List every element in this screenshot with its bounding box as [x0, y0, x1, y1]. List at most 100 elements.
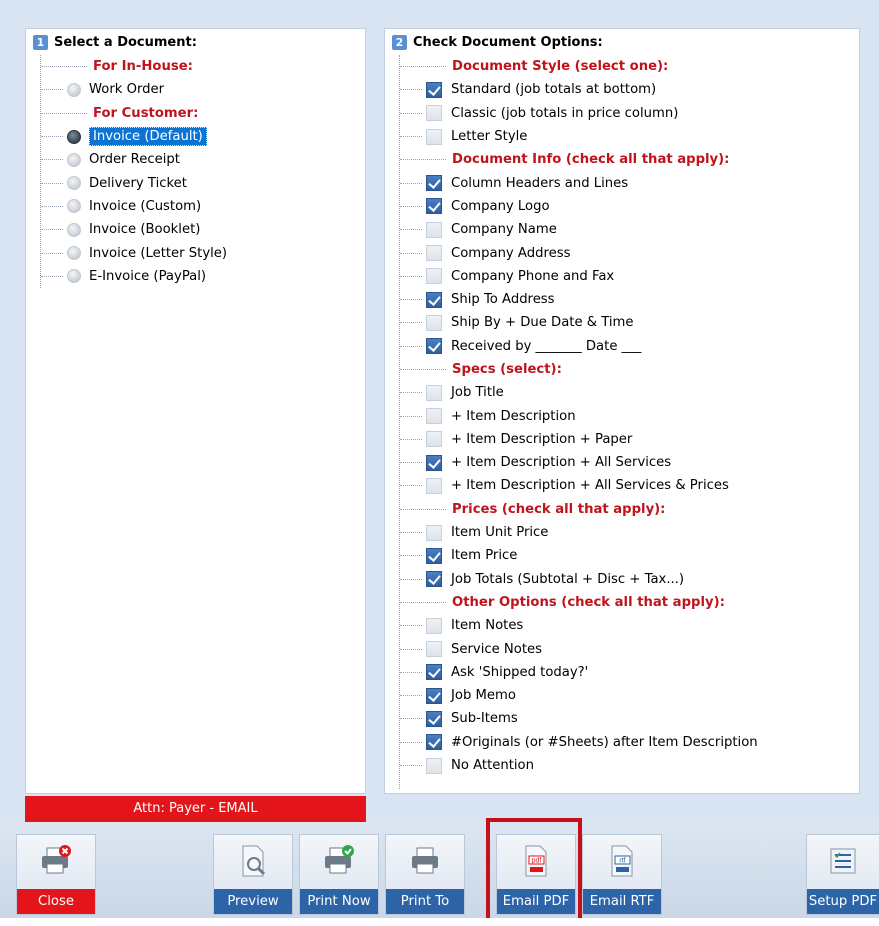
- print-now-button[interactable]: Print Now: [299, 834, 379, 915]
- category-specs: Specs (select):: [392, 358, 758, 381]
- checkbox[interactable]: [426, 128, 442, 145]
- select-document-panel: 1 Select a Document: For In-House: Work …: [25, 28, 366, 794]
- option-company-name[interactable]: Company Name: [392, 218, 758, 241]
- option-no-attention[interactable]: No Attention: [392, 754, 758, 777]
- checkbox-checked[interactable]: [426, 710, 442, 727]
- document-tree: For In-House: Work Order For Customer: I…: [33, 55, 227, 288]
- document-option-e-invoice-paypal[interactable]: E-Invoice (PayPal): [33, 265, 227, 288]
- option-ship-by-due-date[interactable]: Ship By + Due Date & Time: [392, 311, 758, 334]
- checkbox-checked[interactable]: [426, 198, 442, 215]
- document-option-delivery-ticket[interactable]: Delivery Ticket: [33, 171, 227, 194]
- checkbox[interactable]: [426, 431, 442, 448]
- category-prices: Prices (check all that apply):: [392, 498, 758, 521]
- option-received-by[interactable]: Received by _______ Date ___: [392, 335, 758, 358]
- print-now-button-label: Print Now: [300, 889, 378, 914]
- document-options-panel: 2 Check Document Options: Document Style…: [384, 28, 860, 794]
- checkbox[interactable]: [426, 245, 442, 262]
- option-column-headers[interactable]: Column Headers and Lines: [392, 171, 758, 194]
- radio-button[interactable]: [67, 82, 81, 97]
- selected-label: Invoice (Default): [89, 127, 207, 147]
- option-job-memo[interactable]: Job Memo: [392, 684, 758, 707]
- option-company-phone-fax[interactable]: Company Phone and Fax: [392, 265, 758, 288]
- radio-button[interactable]: [67, 199, 81, 214]
- option-standard[interactable]: Standard (job totals at bottom): [392, 78, 758, 101]
- category-label: For Customer:: [93, 105, 199, 121]
- checkbox-checked[interactable]: [426, 175, 442, 192]
- document-option-invoice-custom[interactable]: Invoice (Custom): [33, 195, 227, 218]
- setup-pdf-button[interactable]: Setup PDF: [806, 834, 879, 915]
- document-option-work-order[interactable]: Work Order: [33, 78, 227, 101]
- option-service-notes[interactable]: Service Notes: [392, 637, 758, 660]
- checkbox[interactable]: [426, 757, 442, 774]
- svg-text:pdf: pdf: [532, 858, 542, 865]
- option-company-logo[interactable]: Company Logo: [392, 195, 758, 218]
- option-company-address[interactable]: Company Address: [392, 241, 758, 264]
- option-letter-style[interactable]: Letter Style: [392, 125, 758, 148]
- checkbox-checked[interactable]: [426, 734, 442, 751]
- option-ask-shipped-today[interactable]: Ask 'Shipped today?': [392, 661, 758, 684]
- checkbox[interactable]: [426, 408, 442, 425]
- option-ship-to-address[interactable]: Ship To Address: [392, 288, 758, 311]
- checkbox-checked[interactable]: [426, 687, 442, 704]
- document-option-order-receipt[interactable]: Order Receipt: [33, 148, 227, 171]
- category-label: For In-House:: [93, 59, 193, 75]
- checkbox-checked[interactable]: [426, 664, 442, 681]
- email-pdf-button[interactable]: pdf Email PDF: [496, 834, 576, 915]
- checkbox[interactable]: [426, 384, 442, 401]
- checkbox-checked[interactable]: [426, 81, 442, 98]
- option-item-description-all-services[interactable]: + Item Description + All Services: [392, 451, 758, 474]
- step-number-badge: 1: [33, 35, 48, 50]
- option-item-price[interactable]: Item Price: [392, 544, 758, 567]
- radio-button[interactable]: [67, 152, 81, 167]
- attention-status-bar: Attn: Payer - EMAIL: [25, 796, 366, 822]
- checkbox[interactable]: [426, 268, 442, 285]
- checkbox[interactable]: [426, 524, 442, 541]
- checkbox[interactable]: [426, 617, 442, 634]
- close-button[interactable]: Close: [16, 834, 96, 915]
- rtf-document-icon: rtf: [611, 845, 633, 877]
- checkbox[interactable]: [426, 314, 442, 331]
- radio-button[interactable]: [67, 222, 81, 237]
- option-item-notes[interactable]: Item Notes: [392, 614, 758, 637]
- document-magnifier-icon: [242, 845, 266, 877]
- checkbox-checked[interactable]: [426, 338, 442, 355]
- radio-button-selected[interactable]: [67, 129, 81, 144]
- step-number-badge: 2: [392, 35, 407, 50]
- checkbox[interactable]: [426, 641, 442, 658]
- category-document-style: Document Style (select one):: [392, 55, 758, 78]
- preview-button-label: Preview: [214, 889, 292, 914]
- preview-button[interactable]: Preview: [213, 834, 293, 915]
- option-job-totals[interactable]: Job Totals (Subtotal + Disc + Tax...): [392, 568, 758, 591]
- printer-with-red-x-icon: [42, 845, 71, 874]
- radio-button[interactable]: [67, 269, 81, 284]
- option-item-unit-price[interactable]: Item Unit Price: [392, 521, 758, 544]
- document-option-invoice-default[interactable]: Invoice (Default): [33, 125, 227, 148]
- toolbar-bottom-edge: [0, 918, 879, 926]
- document-print-dialog: 1 Select a Document: For In-House: Work …: [0, 0, 879, 926]
- option-item-description[interactable]: + Item Description: [392, 404, 758, 427]
- document-options-title: Check Document Options:: [413, 35, 603, 50]
- option-sub-items[interactable]: Sub-Items: [392, 707, 758, 730]
- printer-with-green-check-icon: [325, 845, 354, 874]
- checkbox[interactable]: [426, 221, 442, 238]
- option-item-description-services-prices[interactable]: + Item Description + All Services & Pric…: [392, 474, 758, 497]
- category-other-options: Other Options (check all that apply):: [392, 591, 758, 614]
- email-rtf-button[interactable]: rtf Email RTF: [582, 834, 662, 915]
- radio-button[interactable]: [67, 176, 81, 191]
- checkbox-checked[interactable]: [426, 547, 442, 564]
- checkbox[interactable]: [426, 477, 442, 494]
- options-tree: Document Style (select one): Standard (j…: [392, 55, 758, 789]
- setup-pdf-button-label: Setup PDF: [807, 889, 879, 914]
- checkbox-checked[interactable]: [426, 454, 442, 471]
- document-option-invoice-letter-style[interactable]: Invoice (Letter Style): [33, 241, 227, 264]
- print-to-button[interactable]: Print To: [385, 834, 465, 915]
- document-option-invoice-booklet[interactable]: Invoice (Booklet): [33, 218, 227, 241]
- option-classic[interactable]: Classic (job totals in price column): [392, 102, 758, 125]
- radio-button[interactable]: [67, 246, 81, 261]
- option-job-title[interactable]: Job Title: [392, 381, 758, 404]
- checkbox-checked[interactable]: [426, 291, 442, 308]
- option-item-description-paper[interactable]: + Item Description + Paper: [392, 428, 758, 451]
- option-originals-after-description[interactable]: #Originals (or #Sheets) after Item Descr…: [392, 731, 758, 754]
- checkbox-checked[interactable]: [426, 571, 442, 588]
- checkbox[interactable]: [426, 105, 442, 122]
